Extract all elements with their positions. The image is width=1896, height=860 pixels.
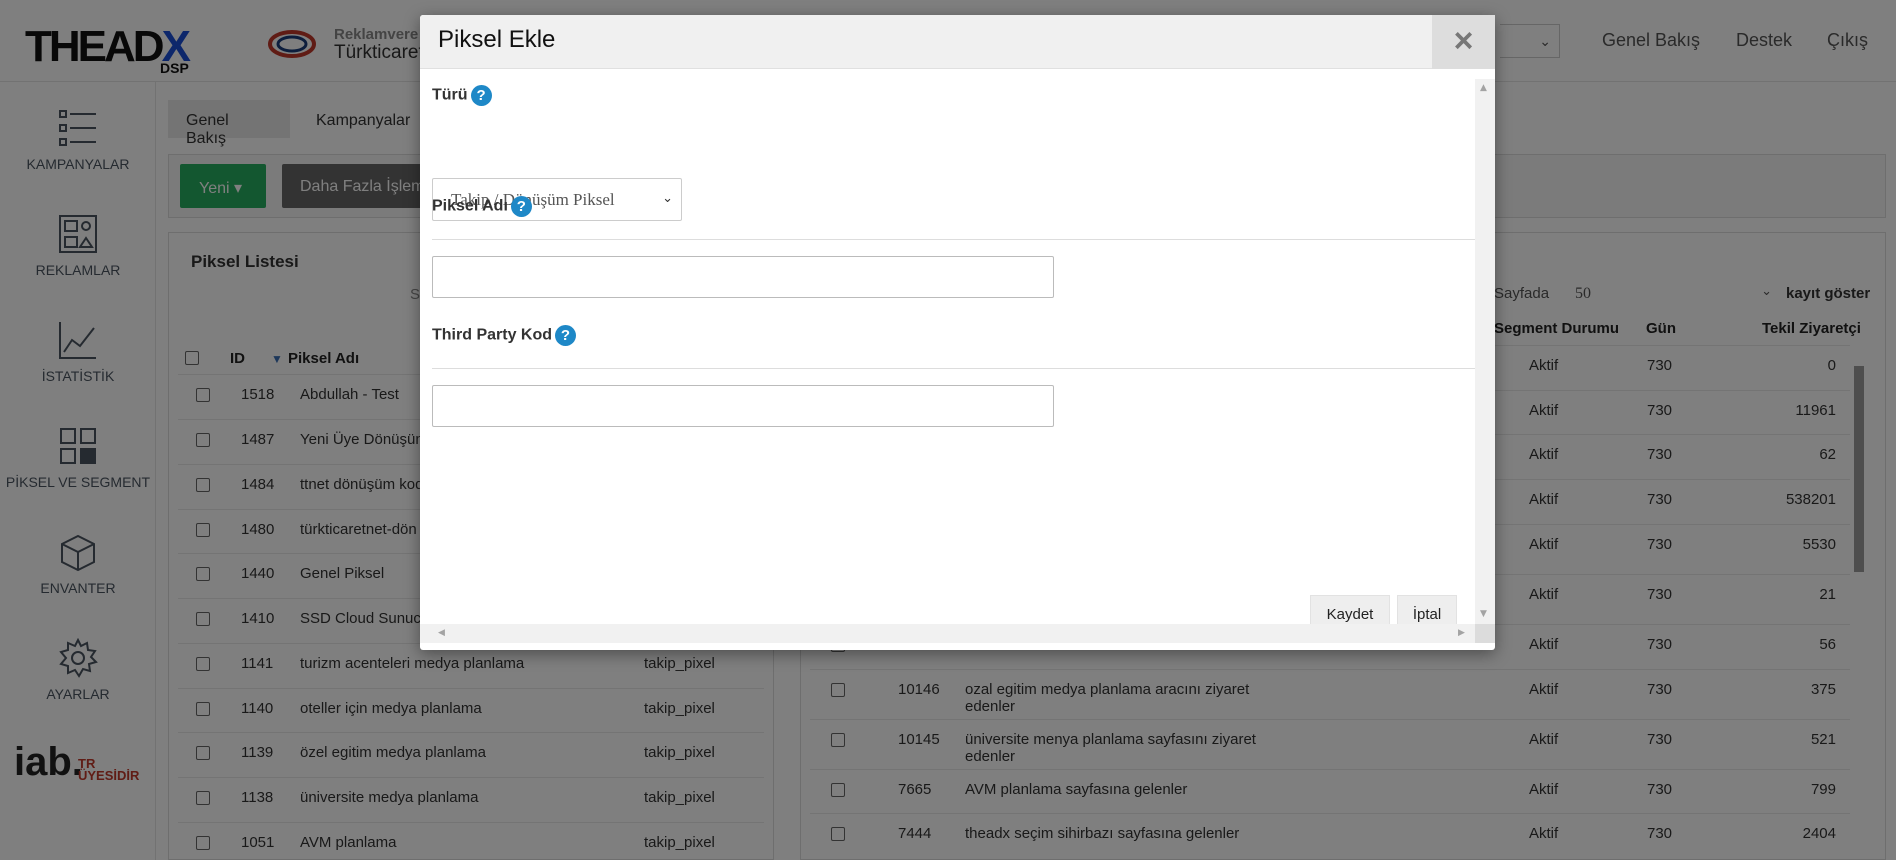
third-party-code-input[interactable]: [432, 385, 1054, 427]
type-label: Türü?: [432, 85, 492, 106]
help-icon[interactable]: ?: [555, 325, 577, 346]
scroll-right-icon[interactable]: ▶: [1458, 628, 1465, 638]
scroll-down-icon[interactable]: ▼: [1480, 609, 1487, 619]
cancel-button[interactable]: İptal: [1397, 595, 1457, 624]
help-icon[interactable]: ?: [510, 196, 532, 217]
modal-header: Piksel Ekle ×: [420, 15, 1495, 69]
third-party-label-text: Third Party Kod: [432, 326, 553, 344]
add-pixel-modal: Piksel Ekle × Türü? Takip / Dönüşüm Piks…: [420, 15, 1495, 650]
divider: [432, 239, 1475, 240]
pixel-name-label: Piksel Adı?: [432, 196, 532, 217]
scroll-up-icon[interactable]: ▲: [1480, 83, 1487, 93]
modal-body: Türü? Takip / Dönüşüm Piksel ⌄ Piksel Adı…: [420, 69, 1475, 624]
type-label-text: Türü: [432, 86, 468, 104]
pixel-name-input[interactable]: [432, 256, 1054, 298]
modal-title: Piksel Ekle: [438, 26, 556, 53]
scrollbar-corner: [1475, 624, 1495, 643]
help-icon[interactable]: ?: [470, 85, 492, 106]
third-party-label: Third Party Kod?: [432, 325, 577, 346]
chevron-down-icon: ⌄: [662, 191, 673, 206]
close-icon[interactable]: ×: [1432, 15, 1495, 69]
modal-horizontal-scrollbar[interactable]: ◀ ▶: [420, 624, 1475, 643]
modal-vertical-scrollbar[interactable]: ▲ ▼: [1475, 79, 1495, 624]
save-button[interactable]: Kaydet: [1310, 595, 1390, 624]
pixel-name-label-text: Piksel Adı: [432, 197, 508, 215]
scroll-left-icon[interactable]: ◀: [438, 628, 445, 638]
divider: [432, 368, 1475, 369]
